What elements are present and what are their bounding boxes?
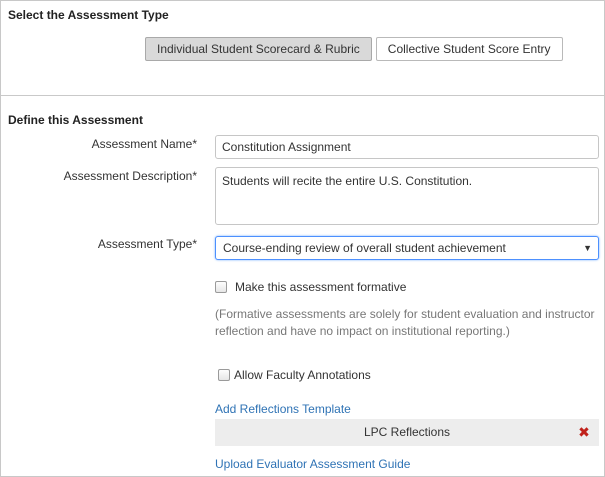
reflection-template-row: LPC Reflections ✖ [215,419,599,446]
caret-down-icon: ▼ [583,243,592,253]
assessment-name-value: Constitution Assignment [222,140,351,154]
assessment-name-label: Assessment Name* [91,137,197,151]
reflection-template-name: LPC Reflections [363,425,451,439]
formative-checkbox-row: Make this assessment formative [215,280,406,294]
assessment-type-label: Assessment Type* [97,237,197,251]
select-type-heading: Select the Assessment Type [8,8,169,22]
formative-note: (Formative assessments are solely for st… [215,307,595,338]
section-divider [1,95,604,96]
define-assessment-heading: Define this Assessment [8,113,143,127]
collective-score-entry-button[interactable]: Collective Student Score Entry [375,37,563,61]
upload-evaluator-guide-link[interactable]: Upload Evaluator Assessment Guide [215,457,410,471]
assessment-description-textarea[interactable]: Students will recite the entire U.S. Con… [215,167,599,225]
annotations-checkbox[interactable] [218,369,230,381]
close-icon[interactable]: ✖ [577,425,591,439]
assessment-name-input[interactable]: Constitution Assignment [215,135,599,159]
annotations-checkbox-label: Allow Faculty Annotations [234,368,371,382]
individual-scorecard-button[interactable]: Individual Student Scorecard & Rubric [145,37,372,61]
assessment-description-value: Students will recite the entire U.S. Con… [222,174,473,188]
assessment-form: Select the Assessment Type Individual St… [0,0,605,477]
assessment-type-toggle: Individual Student Scorecard & Rubric Co… [145,37,563,61]
add-reflections-template-link[interactable]: Add Reflections Template [215,402,351,416]
assessment-type-value: Course-ending review of overall student … [223,241,506,255]
assessment-description-label: Assessment Description* [63,169,197,183]
formative-checkbox-label: Make this assessment formative [235,280,407,294]
formative-checkbox[interactable] [215,281,227,293]
assessment-type-select[interactable]: Course-ending review of overall student … [215,236,599,260]
annotations-checkbox-row: Allow Faculty Annotations [218,368,371,382]
